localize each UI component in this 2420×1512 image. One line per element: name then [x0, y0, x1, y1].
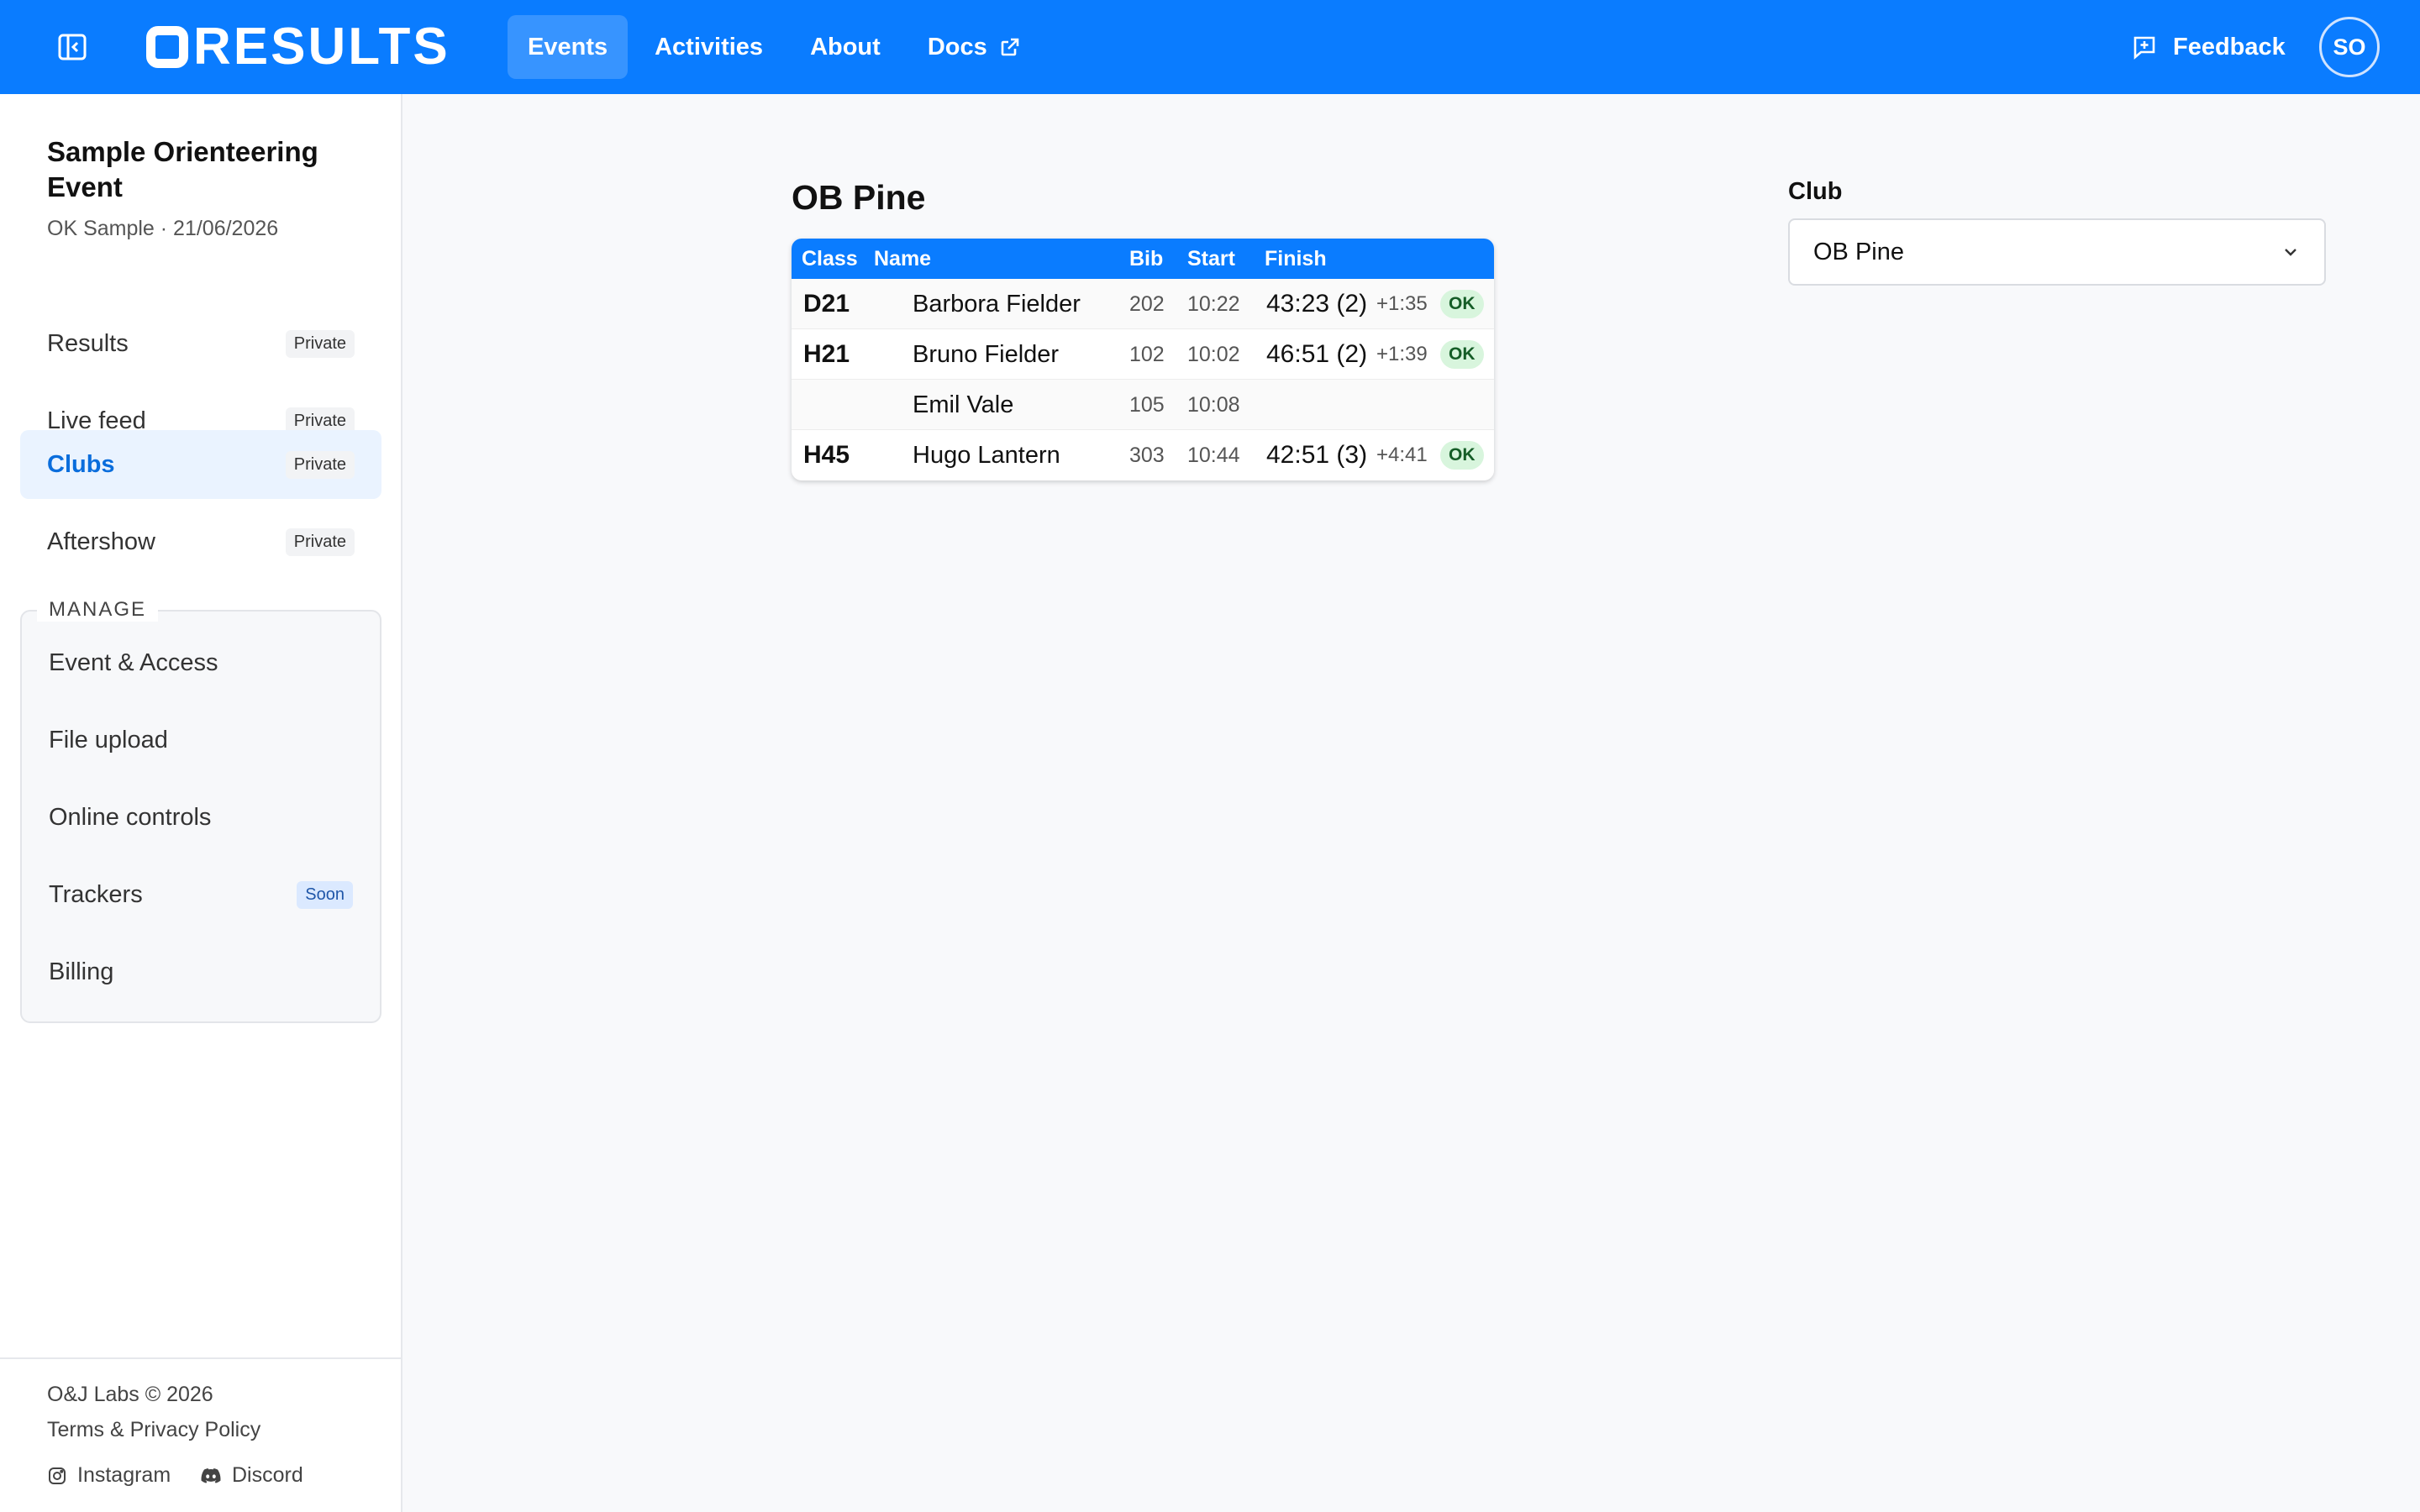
sidebar-item-online-controls[interactable]: Online controls: [22, 783, 380, 852]
sidebar-item-aftershow[interactable]: Aftershow Private: [20, 507, 381, 576]
event-title: Sample Orienteering Event: [47, 136, 318, 202]
name-cell: Bruno Fielder: [913, 340, 1060, 368]
discord-link[interactable]: Discord: [200, 1463, 303, 1488]
sidebar-item-trackers[interactable]: Trackers Soon: [22, 860, 380, 929]
column-header-name[interactable]: Name: [874, 247, 931, 271]
time-behind-cell: +4:41: [1376, 444, 1428, 466]
instagram-label: Instagram: [77, 1463, 171, 1487]
private-badge: Private: [285, 528, 355, 556]
sidebar-footer: O&J Labs © 2026 Terms & Privacy Policy I…: [0, 1357, 401, 1512]
sidebar-item-billing[interactable]: Billing: [22, 937, 380, 1006]
club-select[interactable]: OB Pine: [1788, 218, 2326, 286]
sidebar-item-label: Trackers: [49, 880, 143, 908]
table-row[interactable]: Emil Vale 105 10:08: [792, 380, 1494, 430]
sidebar: Sample Orienteering Event OK Sample · 21…: [0, 94, 402, 1512]
nav-docs-label: Docs: [927, 33, 987, 60]
finish-time-cell: 46:51 (2): [1266, 340, 1368, 368]
start-cell: 10:44: [1187, 443, 1240, 467]
sidebar-item-label: Aftershow: [47, 528, 155, 555]
logo-ring-icon: [146, 26, 188, 68]
bib-cell: 105: [1129, 392, 1165, 417]
external-link-icon: [1001, 38, 1019, 56]
column-header-finish[interactable]: Finish: [1265, 247, 1327, 271]
logo-text: RESULTS: [193, 18, 450, 76]
main-nav: Events Activities About Docs: [508, 15, 1041, 79]
nav-about[interactable]: About: [790, 15, 901, 79]
column-header-bib[interactable]: Bib: [1129, 247, 1163, 271]
event-subtitle: OK Sample · 21/06/2026: [47, 217, 279, 240]
start-cell: 10:08: [1187, 392, 1240, 417]
page-title: OB Pine: [792, 178, 926, 217]
sidebar-item-file-upload[interactable]: File upload: [22, 706, 380, 774]
private-badge: Private: [285, 450, 355, 479]
discord-label: Discord: [232, 1463, 303, 1487]
terms-link[interactable]: Terms & Privacy Policy: [47, 1418, 260, 1442]
user-avatar[interactable]: SO: [2319, 17, 2380, 77]
table-body: D21 Barbora Fielder 202 10:22 43:23 (2) …: [792, 279, 1494, 480]
status-badge: OK: [1440, 290, 1484, 318]
class-cell: H45: [803, 441, 850, 469]
soon-badge: Soon: [297, 880, 353, 909]
nav-activities-label: Activities: [655, 33, 764, 60]
sidebar-item-label: Billing: [49, 958, 114, 985]
finish-time-cell: 43:23 (2): [1266, 290, 1368, 318]
start-cell: 10:02: [1187, 342, 1240, 366]
nav-events-label: Events: [528, 33, 608, 60]
table-row[interactable]: H21 Bruno Fielder 102 10:02 46:51 (2) +1…: [792, 329, 1494, 380]
sidebar-item-event-access[interactable]: Event & Access: [22, 628, 380, 697]
time-behind-cell: +1:35: [1376, 292, 1428, 315]
status-badge: OK: [1440, 441, 1484, 470]
sidebar-item-label: File upload: [49, 726, 168, 753]
instagram-icon: [49, 1467, 66, 1484]
name-cell: Barbora Fielder: [913, 290, 1081, 318]
sidebar-item-clubs[interactable]: Clubs Private: [20, 430, 381, 499]
sidebar-toggle-icon[interactable]: [57, 32, 87, 62]
nav-activities[interactable]: Activities: [634, 15, 783, 79]
sidebar-item-label: Event & Access: [49, 648, 218, 676]
bib-cell: 202: [1129, 291, 1165, 316]
class-cell: D21: [803, 290, 850, 318]
status-badge: OK: [1440, 340, 1484, 369]
sidebar-item-label: Online controls: [49, 803, 212, 831]
column-header-class[interactable]: Class: [802, 247, 858, 271]
table-row[interactable]: H45 Hugo Lantern 303 10:44 42:51 (3) +4:…: [792, 430, 1494, 480]
bib-cell: 303: [1129, 443, 1165, 467]
manage-heading: MANAGE: [37, 598, 159, 622]
table-header: Class Name Bib Start Finish: [792, 239, 1494, 279]
results-table: Class Name Bib Start Finish D21 Barbora …: [792, 239, 1494, 480]
club-select-value: OB Pine: [1813, 238, 1904, 265]
sidebar-item-results[interactable]: Results Private: [20, 309, 381, 378]
sidebar-item-label: Clubs: [47, 450, 115, 478]
start-cell: 10:22: [1187, 291, 1240, 316]
feedback-button[interactable]: Feedback: [2131, 25, 2286, 69]
club-filter-label: Club: [1788, 178, 1843, 205]
nav-events[interactable]: Events: [508, 15, 629, 79]
chevron-down-icon: [2285, 249, 2296, 256]
name-cell: Hugo Lantern: [913, 441, 1060, 469]
table-row[interactable]: D21 Barbora Fielder 202 10:22 43:23 (2) …: [792, 279, 1494, 329]
finish-time-cell: 42:51 (3): [1266, 441, 1368, 469]
feedback-label: Feedback: [2173, 33, 2286, 60]
nav-about-label: About: [810, 33, 881, 60]
class-cell: H21: [803, 340, 850, 368]
nav-docs[interactable]: Docs: [908, 15, 1041, 79]
time-behind-cell: +1:39: [1376, 343, 1428, 365]
column-header-start[interactable]: Start: [1187, 247, 1235, 271]
copyright-text: O&J Labs © 2026: [47, 1383, 213, 1406]
name-cell: Emil Vale: [913, 391, 1014, 418]
private-badge: Private: [285, 329, 355, 358]
app-logo[interactable]: RESULTS: [146, 20, 450, 74]
top-header: RESULTS Events Activities About Docs Fee…: [0, 0, 2420, 94]
feedback-icon: [2133, 36, 2155, 60]
sidebar-item-label: Results: [47, 329, 129, 357]
instagram-link[interactable]: Instagram: [47, 1463, 171, 1488]
bib-cell: 102: [1129, 342, 1165, 366]
discord-icon: [201, 1467, 221, 1483]
